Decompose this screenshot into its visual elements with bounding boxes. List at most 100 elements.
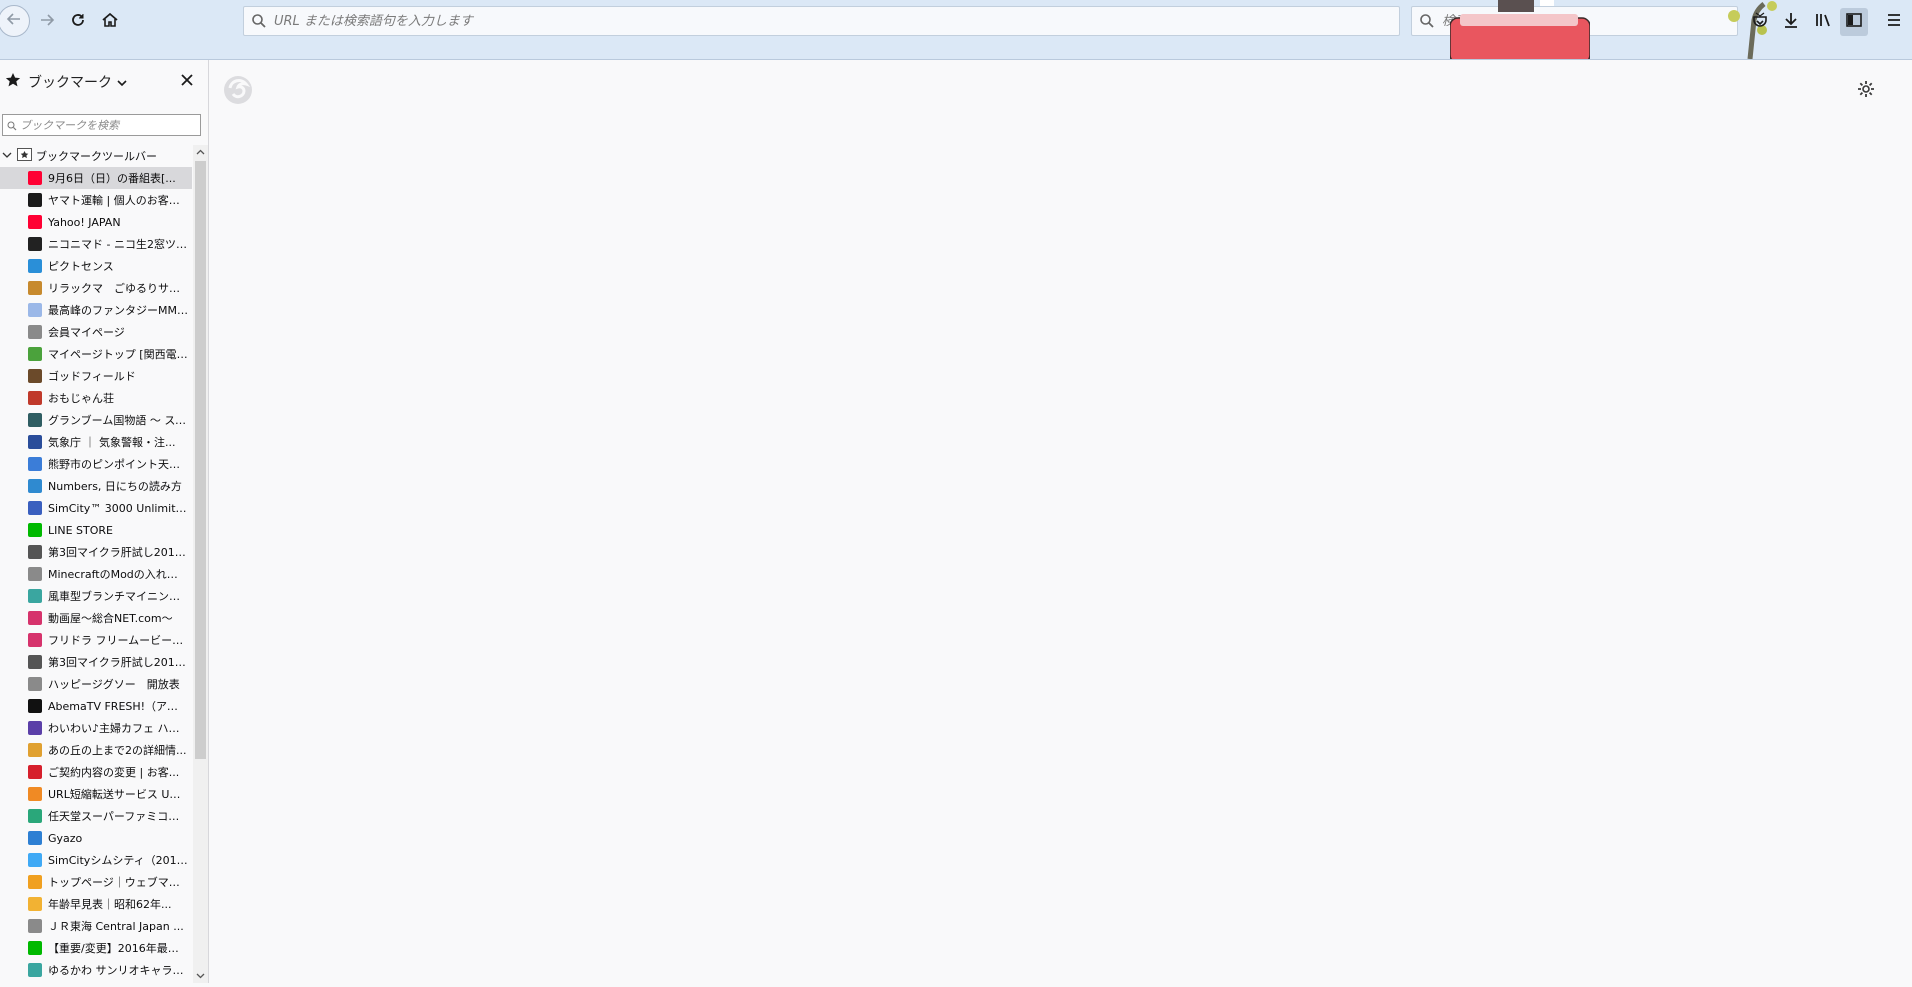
yahoo-icon: [28, 215, 42, 229]
bookmark-item[interactable]: Numbers, 日にちの読み方: [0, 475, 192, 497]
sidebar-icon: [1845, 11, 1863, 33]
weather-icon: [28, 457, 42, 471]
bookmark-item[interactable]: ヤマト運輸 | 個人のお客さま: [0, 189, 192, 211]
download-button[interactable]: [1777, 8, 1805, 36]
contract-icon: [28, 765, 42, 779]
bookmark-search-box[interactable]: [2, 114, 201, 136]
firefox-logo-icon: [222, 74, 254, 106]
bookmark-item[interactable]: ＪＲ東海 Central Japan ...: [0, 915, 192, 937]
sidebar-toggle-button[interactable]: [1840, 8, 1868, 36]
bookmark-item[interactable]: Gyazo: [0, 827, 192, 849]
bookmark-item[interactable]: ゴッドフィールド: [0, 365, 192, 387]
bookmark-item[interactable]: わいわい♪主婦カフェ ハッピ...: [0, 717, 192, 739]
sidebar-switcher[interactable]: ブックマーク: [5, 72, 127, 92]
bookmark-label: 熊野市のピンポイント天気 -...: [48, 458, 188, 471]
bookmark-item[interactable]: ニコニマド - ニコ生2窓ツール: [0, 233, 192, 255]
bookmark-label: フリドラ フリームービーナビYo...: [48, 634, 188, 647]
scroll-up-button[interactable]: [193, 145, 208, 160]
bookmark-item[interactable]: 会員マイページ: [0, 321, 192, 343]
star-icon: [5, 72, 21, 92]
bookmark-toolbar-folder-icon: [17, 148, 32, 164]
bookmark-label: Numbers, 日にちの読み方: [48, 480, 182, 493]
sidebar-scrollbar[interactable]: [193, 145, 208, 983]
bookmark-item[interactable]: 熊野市のピンポイント天気 -...: [0, 453, 192, 475]
reload-icon: [70, 12, 86, 32]
bookmark-item[interactable]: ピクトセンス: [0, 255, 192, 277]
bookmark-item[interactable]: 気象庁 ｜ 気象警報・注...: [0, 431, 192, 453]
bookmark-label: あの丘の上まで2の詳細情...: [48, 744, 187, 757]
bookmark-label: ニコニマド - ニコ生2窓ツール: [48, 238, 188, 251]
age-icon: [28, 897, 42, 911]
bookmark-item[interactable]: 年齢早見表｜昭和62年...: [0, 893, 192, 915]
home-button[interactable]: [94, 6, 126, 38]
bookmark-item[interactable]: 最高峰のファンタジーMMO...: [0, 299, 192, 321]
url-bar[interactable]: [243, 6, 1400, 36]
url-input[interactable]: [274, 9, 1399, 33]
bookmark-item[interactable]: 第3回マイクラ肝試し2015 ...: [0, 651, 192, 673]
bookmark-item[interactable]: MinecraftのModの入れ方...: [0, 563, 192, 585]
bookmark-item[interactable]: 第3回マイクラ肝試し2015 ...: [0, 541, 192, 563]
bookmark-item[interactable]: トップページ｜ウェブマネー ウ...: [0, 871, 192, 893]
kepco-icon: [28, 347, 42, 361]
bookmark-item[interactable]: 【重要/変更】2016年最新...: [0, 937, 192, 959]
line-icon: [28, 523, 42, 537]
bookmark-label: ヤマト運輸 | 個人のお客さま: [48, 194, 188, 207]
bookmark-label: Yahoo! JAPAN: [48, 215, 121, 229]
yamato-cat-icon: [28, 193, 42, 207]
bookmark-label: AbemaTV FRESH!（アベ...: [48, 700, 188, 713]
bookmark-label: 気象庁 ｜ 気象警報・注...: [48, 436, 176, 449]
bookmark-item[interactable]: 風車型ブランチマイニングの...: [0, 585, 192, 607]
library-button[interactable]: [1809, 8, 1837, 36]
home-icon: [101, 11, 119, 33]
diamond-icon: [28, 589, 42, 603]
bookmark-label: 任天堂スーパーファミコンミニ ...: [48, 810, 188, 823]
rilakkuma-icon: [28, 281, 42, 295]
sidebar-close-button[interactable]: [180, 72, 196, 88]
scroll-down-button[interactable]: [193, 968, 208, 983]
bookmark-item[interactable]: URL短縮転送サービス URX...: [0, 783, 192, 805]
bookmark-item[interactable]: グランブーム国物語 〜 スマ...: [0, 409, 192, 431]
bookmark-item[interactable]: リラックマ ごゆるりサイト: [0, 277, 192, 299]
bookmark-item[interactable]: LINE STORE: [0, 519, 192, 541]
bookmark-item[interactable]: SimCity™ 3000 Unlimite...: [0, 497, 192, 519]
nintendo-icon: [28, 809, 42, 823]
nikoni-icon: [28, 237, 42, 251]
bookmark-label: 第3回マイクラ肝試し2015 ...: [48, 546, 188, 559]
bookmark-item[interactable]: 9月6日（日）の番組表[...: [0, 167, 192, 189]
bookmark-item[interactable]: あの丘の上まで2の詳細情...: [0, 739, 192, 761]
bookmark-item[interactable]: ゆるかわ サンリオキャラクター...: [0, 959, 192, 981]
back-button[interactable]: [0, 5, 30, 37]
scroll-thumb[interactable]: [195, 161, 206, 759]
bookmark-item[interactable]: ご契約内容の変更 | お客...: [0, 761, 192, 783]
bookmark-label: わいわい♪主婦カフェ ハッピ...: [48, 722, 188, 735]
folder-label: ブックマークツールバー: [36, 150, 157, 163]
jma-icon: [28, 435, 42, 449]
bookmark-item[interactable]: マイページトップ [関西電力]: [0, 343, 192, 365]
bookmark-item[interactable]: AbemaTV FRESH!（アベ...: [0, 695, 192, 717]
content-scrollbar[interactable]: [1901, 60, 1912, 983]
menu-button[interactable]: [1880, 8, 1908, 36]
bookmark-item[interactable]: SimCityシムシティ（2013...: [0, 849, 192, 871]
bookmark-label: 会員マイページ: [48, 326, 125, 339]
shield-icon: [28, 413, 42, 427]
bookmark-label: 最高峰のファンタジーMMO...: [48, 304, 188, 317]
bookmark-item[interactable]: おもじゃん荘: [0, 387, 192, 409]
webmoney-icon: [28, 875, 42, 889]
line-icon: [28, 941, 42, 955]
reload-button[interactable]: [62, 6, 94, 38]
bookmark-item[interactable]: Yahoo! JAPAN: [0, 211, 192, 233]
bookmark-label: 第3回マイクラ肝試し2015 ...: [48, 656, 188, 669]
pocket-button[interactable]: [1746, 8, 1774, 36]
gear-icon[interactable]: [1857, 80, 1875, 98]
bookmark-label: SimCity™ 3000 Unlimite...: [48, 501, 188, 515]
search-icon: [1412, 13, 1442, 29]
bookmark-item[interactable]: フリドラ フリームービーナビYo...: [0, 629, 192, 651]
bookmark-search-input[interactable]: [17, 118, 200, 132]
forward-button[interactable]: [31, 6, 63, 38]
bookmark-item[interactable]: 任天堂スーパーファミコンミニ ...: [0, 805, 192, 827]
arrow-left-icon: [6, 11, 22, 31]
bookmark-label: ピクトセンス: [48, 260, 114, 273]
bookmark-folder-toolbar[interactable]: ブックマークツールバー: [0, 145, 192, 167]
bookmark-item[interactable]: ハッピージグソー 開放表: [0, 673, 192, 695]
bookmark-item[interactable]: 動画屋〜総合NET.com〜: [0, 607, 192, 629]
